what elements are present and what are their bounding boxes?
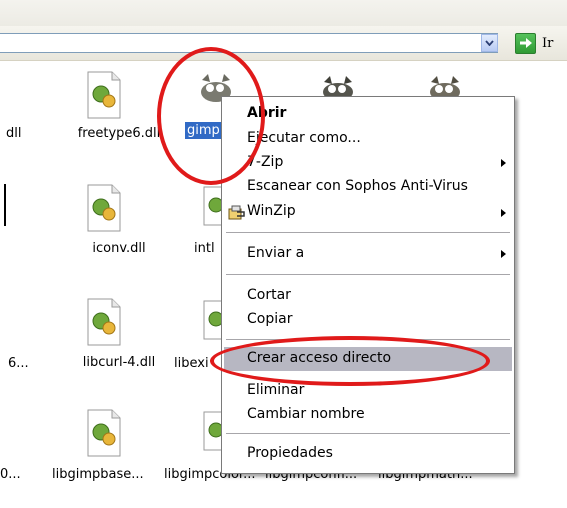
menu-item-eliminar[interactable]: Eliminar [247,382,304,398]
annotation-circle-gimp [157,47,265,185]
file-label[interactable]: intl [194,241,215,256]
file-label: libcurl-4.dll [82,355,156,370]
file-item[interactable]: iconv.dll [84,183,146,256]
menu-item-enviar-a[interactable]: Enviar a [247,245,304,261]
menu-separator [226,232,510,233]
menu-item-ejecutar-como[interactable]: Ejecutar como... [247,130,361,146]
file-label[interactable]: dll [6,126,21,141]
go-label: Ir [542,35,554,51]
winzip-icon [228,205,245,220]
menu-item-propiedades[interactable]: Propiedades [247,445,333,461]
submenu-arrow-icon [501,159,506,167]
address-input[interactable] [0,33,498,53]
menu-item-sophos[interactable]: Escanear con Sophos Anti-Virus [247,178,468,194]
menu-item-cortar[interactable]: Cortar [247,287,291,303]
menu-item-winzip[interactable]: WinZip [247,203,296,219]
menu-item-copiar[interactable]: Copiar [247,311,292,327]
dll-file-icon [202,410,224,456]
menu-separator [226,274,510,275]
submenu-arrow-icon [501,250,506,258]
annotation-circle-crear-acceso-directo [210,336,490,386]
context-menu: Abrir Ejecutar como... 7-Zip Escanear co… [221,96,515,474]
dll-file-icon [202,299,224,345]
top-toolbar-band [0,0,567,26]
dll-file-icon [202,185,224,231]
go-button[interactable]: Ir [515,32,553,54]
menu-item-cambiar-nombre[interactable]: Cambiar nombre [247,406,365,422]
file-label[interactable]: 0... [0,467,21,482]
submenu-arrow-icon [501,209,506,217]
dropdown-chevron-icon [485,40,494,46]
file-label[interactable]: 6... [8,356,29,371]
dll-file-icon [87,184,121,232]
dll-file-icon [87,298,121,346]
file-item[interactable]: libcurl-4.dll [83,297,155,370]
dll-file-icon [87,71,121,119]
menu-separator [226,433,510,434]
dll-file-icon [87,409,121,457]
file-label: iconv.dll [92,241,146,256]
address-bar: Ir [0,26,567,61]
go-arrow-icon [515,32,536,54]
selection-edge [4,184,6,226]
file-item[interactable] [84,408,124,458]
address-dropdown-button[interactable] [481,34,498,52]
file-item[interactable]: freetype6.dll [78,70,160,141]
file-label[interactable]: libgimpbase... [52,467,144,482]
file-label[interactable]: libexi [174,356,209,371]
